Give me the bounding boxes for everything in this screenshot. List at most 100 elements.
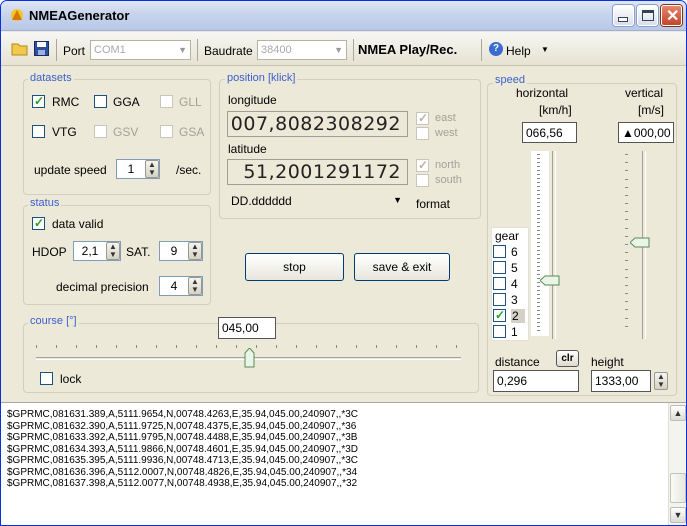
gear-2-checkbox[interactable]: ✓ — [493, 308, 506, 322]
data-valid-checkbox[interactable]: ✓ — [32, 216, 45, 230]
stop-button[interactable]: stop — [245, 253, 344, 281]
spinner-arrows-icon[interactable]: ▲ ▼ — [145, 160, 159, 178]
west-label: west — [435, 127, 458, 139]
slider-tick — [376, 345, 377, 348]
west-checkbox[interactable] — [416, 127, 429, 140]
gear-1-checkbox[interactable] — [493, 325, 506, 338]
gear-6-checkbox[interactable] — [493, 245, 506, 258]
vertical-slider-thumb[interactable] — [629, 237, 650, 248]
nmea-play-rec-button[interactable]: NMEA Play/Rec. — [358, 42, 457, 57]
slider-tick — [537, 294, 540, 295]
height-value[interactable]: 1333,00 — [591, 370, 651, 392]
slider-tick — [216, 345, 217, 348]
scroll-down-icon[interactable]: ▼ — [670, 507, 686, 523]
gear-5-checkbox[interactable] — [493, 261, 506, 274]
gear-1-label: 1 — [511, 325, 518, 339]
slider-tick — [537, 250, 540, 251]
lock-checkbox[interactable] — [40, 372, 53, 385]
log-line: $GPRMC,081637.398,A,5112.0077,N,00748.49… — [7, 478, 358, 489]
horizontal-slider-track[interactable] — [552, 151, 556, 339]
baudrate-select[interactable]: 38400 ▼ — [257, 40, 347, 60]
slider-tick — [537, 170, 540, 171]
slider-tick — [196, 345, 197, 348]
slider-tick — [537, 166, 540, 167]
horizontal-unit: [km/h] — [539, 103, 572, 117]
slider-tick — [537, 302, 540, 303]
chevron-down-icon[interactable]: ▼ — [541, 45, 549, 54]
save-disk-icon[interactable] — [34, 41, 49, 56]
gear-4-label: 4 — [511, 277, 518, 291]
nmea-log[interactable]: $GPRMC,081631.389,A,5111.9654,N,00748.42… — [1, 402, 686, 525]
toolbar: Port COM1 ▼ Baudrate 38400 ▼ NMEA Play/Rec… — [1, 32, 686, 66]
south-checkbox[interactable] — [416, 174, 429, 187]
help-icon: ? — [489, 42, 503, 56]
slider-tick — [76, 345, 77, 348]
gll-checkbox[interactable] — [160, 95, 173, 108]
log-line: $GPRMC,081635.395,A,5111.9936,N,00748.47… — [7, 455, 359, 466]
spinner-arrows-icon[interactable]: ▲ ▼ — [654, 372, 668, 390]
slider-tick — [537, 174, 540, 175]
checkmark-icon: ✓ — [495, 308, 506, 322]
slider-tick — [537, 286, 540, 287]
slider-tick — [296, 345, 297, 348]
port-select[interactable]: COM1 ▼ — [90, 40, 191, 60]
course-value[interactable]: 045,00 — [218, 317, 276, 339]
help-menu[interactable]: Help — [506, 44, 531, 58]
datasets-title: datasets — [28, 72, 74, 84]
speed-title: speed — [493, 74, 527, 86]
horizontal-slider-thumb[interactable] — [539, 275, 560, 286]
distance-value[interactable]: 0,296 — [493, 370, 579, 392]
slider-tick — [537, 242, 540, 243]
vtg-checkbox[interactable] — [32, 125, 45, 138]
save-exit-button[interactable]: save & exit — [354, 253, 450, 281]
open-folder-icon[interactable] — [11, 41, 29, 56]
east-checkbox[interactable]: ✓ — [416, 111, 429, 125]
slider-tick — [537, 222, 540, 223]
slider-tick — [537, 202, 540, 203]
close-icon: ✕ — [666, 8, 680, 25]
scroll-thumb[interactable] — [670, 473, 686, 503]
horizontal-speed-value[interactable]: 066,56 — [522, 122, 577, 143]
scroll-up-icon[interactable]: ▲ — [670, 405, 686, 421]
gga-checkbox[interactable] — [94, 95, 107, 108]
maximize-button[interactable] — [637, 5, 658, 26]
format-select[interactable]: DD.dddddd ▼ — [227, 192, 408, 212]
slider-tick — [625, 219, 628, 221]
chevron-down-icon: ▼ — [393, 195, 402, 205]
slider-tick — [625, 284, 628, 286]
clear-distance-button[interactable]: clr — [556, 350, 579, 367]
spinner-arrows-icon[interactable]: ▲ ▼ — [106, 242, 120, 260]
slider-tick — [537, 198, 540, 199]
slider-tick — [537, 154, 540, 155]
slider-tick — [537, 322, 540, 323]
latitude-display[interactable]: 51,2001291172 — [227, 159, 408, 185]
close-button[interactable]: ✕ — [661, 5, 682, 26]
slider-tick — [625, 309, 628, 311]
rmc-checkbox[interactable]: ✓ — [32, 94, 45, 108]
spinner-arrows-icon[interactable]: ▲ ▼ — [188, 277, 202, 295]
slider-tick — [56, 345, 57, 348]
north-label: north — [435, 159, 461, 171]
gsa-checkbox[interactable] — [160, 125, 173, 138]
title-bar[interactable]: NMEAGenerator ✕ — [1, 1, 686, 31]
slider-tick — [537, 182, 540, 183]
checkmark-icon: ✓ — [418, 158, 429, 172]
vertical-speed-value[interactable]: ▲000,00 — [618, 122, 674, 143]
gsv-checkbox[interactable] — [94, 125, 107, 138]
course-slider-thumb[interactable] — [244, 347, 255, 368]
gear-3-checkbox[interactable] — [493, 293, 506, 306]
slider-tick — [336, 345, 337, 348]
sat-label: SAT. — [126, 245, 151, 259]
spinner-arrows-icon[interactable]: ▲ ▼ — [188, 242, 202, 260]
north-checkbox[interactable]: ✓ — [416, 158, 429, 172]
vertical-slider-ticks — [625, 154, 629, 334]
slider-tick — [136, 345, 137, 348]
minimize-button[interactable] — [613, 5, 634, 26]
gear-4-checkbox[interactable] — [493, 277, 506, 290]
log-scrollbar[interactable]: ▲ ▼ — [668, 403, 686, 525]
toolbar-separator — [197, 39, 198, 61]
minimize-icon — [619, 18, 627, 21]
slider-tick — [156, 345, 157, 348]
slider-tick — [537, 330, 540, 331]
longitude-display[interactable]: 007,8082308292 — [227, 111, 408, 137]
